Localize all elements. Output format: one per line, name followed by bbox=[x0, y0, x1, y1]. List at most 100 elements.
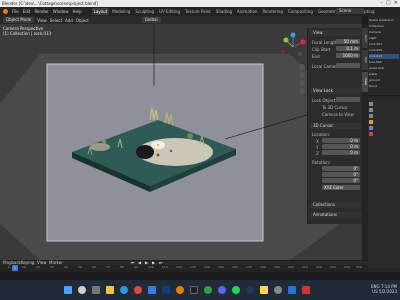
frame-tick: 170 bbox=[246, 265, 252, 269]
3d-cursor-section-header[interactable]: 3D Cursor bbox=[310, 123, 361, 129]
menu-object[interactable]: Object bbox=[76, 18, 89, 23]
chrome-icon[interactable] bbox=[134, 286, 142, 294]
annotations-section-header[interactable]: Annotations bbox=[310, 212, 361, 218]
menu-select[interactable]: Select bbox=[50, 18, 62, 23]
cursor-rx-field[interactable]: 0° bbox=[322, 166, 360, 171]
outliner-row[interactable]: fence bbox=[369, 84, 399, 89]
red-flower bbox=[156, 153, 160, 157]
mode-selector[interactable]: Object Mode bbox=[3, 17, 35, 23]
scene-selector[interactable]: Scene bbox=[336, 8, 364, 14]
cursor-y-field[interactable]: 0 m bbox=[322, 144, 360, 149]
clip-start-field[interactable]: 0.1 m bbox=[336, 46, 360, 51]
lock-camera-checkbox[interactable]: Camera to View bbox=[322, 112, 354, 117]
cursor-z-field[interactable]: 0 m bbox=[322, 150, 360, 155]
frame-tick: 40 bbox=[64, 265, 68, 269]
outliner-row[interactable]: Light bbox=[369, 36, 399, 41]
frame-tick: 210 bbox=[302, 265, 308, 269]
tab-rendering[interactable]: Rendering bbox=[260, 8, 284, 15]
scene-props-icon[interactable] bbox=[369, 114, 373, 118]
tab-texture-paint[interactable]: Texture Paint bbox=[183, 8, 213, 15]
outliner-row[interactable]: Collection bbox=[369, 24, 399, 29]
pan-icon[interactable] bbox=[299, 72, 305, 78]
calendar-icon[interactable] bbox=[302, 286, 310, 294]
collections-section-header[interactable]: Collections bbox=[310, 202, 361, 208]
start-icon[interactable] bbox=[64, 286, 72, 294]
view-section-header[interactable]: View bbox=[310, 30, 361, 36]
lock-object-field[interactable] bbox=[336, 97, 360, 102]
blender-taskbar-icon[interactable] bbox=[176, 286, 184, 294]
menu-edit[interactable]: Edit bbox=[23, 9, 31, 14]
material-props-icon[interactable] bbox=[369, 132, 373, 136]
spotify-icon[interactable] bbox=[232, 286, 240, 294]
store-icon[interactable] bbox=[148, 286, 156, 294]
menu-add[interactable]: Add bbox=[65, 18, 73, 23]
frame-tick: 10 bbox=[22, 265, 26, 269]
view-lock-section-header[interactable]: View Lock bbox=[310, 88, 361, 94]
navigation-gizmo[interactable] bbox=[278, 32, 308, 62]
outliner-row[interactable]: rock.001 bbox=[369, 42, 399, 47]
menu-render[interactable]: Render bbox=[34, 9, 48, 14]
lock-3d-cursor-checkbox[interactable]: To 3D Cursor bbox=[322, 105, 348, 110]
blender-logo-icon[interactable] bbox=[3, 9, 8, 14]
properties-editor[interactable] bbox=[368, 98, 400, 268]
terminal-icon[interactable] bbox=[190, 286, 198, 294]
frame-tick: 230 bbox=[330, 265, 336, 269]
frame-tick: 60 bbox=[92, 265, 96, 269]
outliner-row[interactable]: ground bbox=[369, 78, 399, 83]
timeline-ruler[interactable]: 1 0 10 20 30 40 50 60 70 80 90 100 110 1… bbox=[0, 265, 368, 272]
tab-shading[interactable]: Shading bbox=[214, 8, 234, 15]
focal-length-field[interactable]: 50 mm bbox=[336, 39, 360, 44]
tab-sculpting[interactable]: Sculpting bbox=[133, 8, 156, 15]
transform-orientation[interactable]: Global bbox=[141, 17, 161, 23]
discord-icon[interactable] bbox=[218, 286, 226, 294]
cursor-x-field[interactable]: 0 m bbox=[322, 138, 360, 143]
window-controls[interactable]: – □ ✕ bbox=[380, 0, 398, 7]
modifier-props-icon[interactable] bbox=[369, 126, 373, 130]
menu-view[interactable]: View bbox=[37, 18, 47, 23]
tab-modeling[interactable]: Modeling bbox=[110, 8, 132, 15]
tab-animation[interactable]: Animation bbox=[235, 8, 259, 15]
outliner-row[interactable]: water bbox=[369, 72, 399, 77]
notes-icon[interactable] bbox=[260, 286, 268, 294]
menu-file[interactable]: File bbox=[12, 9, 19, 14]
steam-icon[interactable] bbox=[246, 286, 254, 294]
tab-compositing[interactable]: Compositing bbox=[286, 8, 315, 15]
file-explorer-icon[interactable] bbox=[106, 286, 114, 294]
outliner-row[interactable]: rock.002 bbox=[369, 48, 399, 53]
system-tray[interactable]: ENG 7:14 PM US 5/2/2023 bbox=[371, 284, 397, 294]
lock-object-label: Lock Object bbox=[312, 98, 336, 103]
outliner-row[interactable]: Camera bbox=[369, 30, 399, 35]
render-props-icon[interactable] bbox=[369, 102, 373, 106]
zoom-icon[interactable] bbox=[299, 64, 305, 70]
tab-layout[interactable]: Layout bbox=[91, 8, 110, 15]
xbox-icon[interactable] bbox=[204, 286, 212, 294]
grid-icon[interactable] bbox=[299, 88, 305, 94]
clip-start-label: Clip Start bbox=[312, 47, 331, 52]
outliner-row[interactable]: Scene Collection bbox=[369, 18, 399, 23]
edge-icon[interactable] bbox=[120, 286, 128, 294]
object-props-icon[interactable] bbox=[369, 120, 373, 124]
cursor-ry-field[interactable]: 0° bbox=[322, 172, 360, 177]
output-props-icon[interactable] bbox=[369, 108, 373, 112]
tab-uv-editing[interactable]: UV Editing bbox=[157, 8, 182, 15]
local-camera-field[interactable] bbox=[336, 63, 360, 68]
search-icon[interactable] bbox=[78, 286, 86, 294]
outliner-row[interactable]: grass.010 bbox=[369, 66, 399, 71]
frame-tick: 200 bbox=[288, 265, 294, 269]
outliner-row[interactable]: tree.004 bbox=[369, 60, 399, 65]
frame-tick: 190 bbox=[274, 265, 280, 269]
menu-help[interactable]: Help bbox=[72, 9, 81, 14]
outliner-row[interactable]: rock.013 bbox=[369, 54, 399, 59]
clip-end-field[interactable]: 1000 m bbox=[336, 53, 360, 58]
photoshop-icon[interactable] bbox=[162, 286, 170, 294]
camera-view-icon[interactable] bbox=[299, 80, 305, 86]
mail-icon[interactable] bbox=[288, 286, 296, 294]
frame-tick: 90 bbox=[134, 265, 138, 269]
settings-icon[interactable] bbox=[274, 286, 282, 294]
rotation-mode-dropdown[interactable]: XYZ Euler bbox=[322, 185, 360, 190]
cursor-rz-field[interactable]: 0° bbox=[322, 178, 360, 183]
frame-tick: 20 bbox=[36, 265, 40, 269]
menu-window[interactable]: Window bbox=[53, 9, 69, 14]
current-frame-indicator[interactable]: 1 bbox=[12, 265, 18, 271]
task-view-icon[interactable] bbox=[92, 286, 100, 294]
